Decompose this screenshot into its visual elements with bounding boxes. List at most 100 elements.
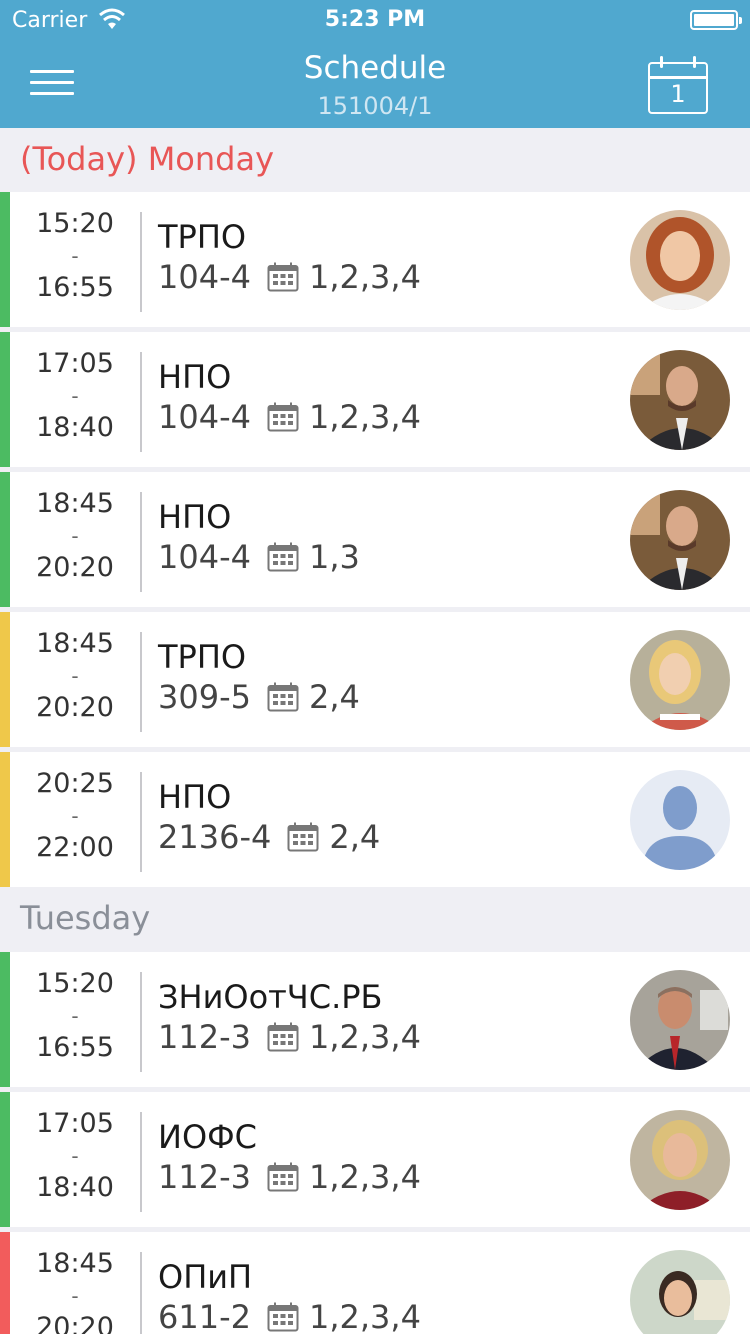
lesson-end-time: 20:20 <box>36 552 114 583</box>
section-header-tuesday: Tuesday <box>0 887 750 951</box>
lesson-end-time: 18:40 <box>36 412 114 443</box>
lesson-row[interactable]: 20:25-22:00 НПО 2136-4 2,4 <box>0 752 750 887</box>
lesson-row[interactable]: 18:45-20:20 НПО 104-4 1,3 <box>0 472 750 607</box>
lesson-end-time: 16:55 <box>36 272 114 303</box>
lesson-type-stripe <box>0 1232 10 1334</box>
lesson-details: 2136-4 2,4 <box>158 818 380 856</box>
time-divider <box>140 212 142 312</box>
calendar-small-icon <box>267 262 299 292</box>
lesson-weeks: 2,4 <box>308 678 360 716</box>
calendar-day-number: 1 <box>670 80 686 108</box>
lesson-time: 18:45-20:20 <box>10 488 140 584</box>
lesson-weeks: 1,2,3,4 <box>308 398 421 436</box>
time-divider <box>140 1252 142 1334</box>
teacher-avatar[interactable] <box>630 770 730 870</box>
lesson-time: 17:05-18:40 <box>10 1108 140 1204</box>
time-divider <box>140 352 142 452</box>
teacher-avatar[interactable] <box>630 210 730 310</box>
lesson-details: 112-3 1,2,3,4 <box>158 1158 421 1196</box>
lesson-end-time: 18:40 <box>36 1172 114 1203</box>
lesson-time: 15:20-16:55 <box>10 968 140 1064</box>
calendar-small-icon <box>287 822 319 852</box>
time-divider <box>140 1112 142 1212</box>
lesson-start-time: 15:20 <box>36 208 114 239</box>
lesson-type-stripe <box>0 752 10 887</box>
lesson-weeks: 1,2,3,4 <box>308 1018 421 1056</box>
lesson-weeks: 1,2,3,4 <box>308 258 421 296</box>
lesson-room: 104-4 <box>158 258 251 296</box>
page-title: Schedule <box>303 50 447 86</box>
lesson-room: 112-3 <box>158 1018 251 1056</box>
teacher-avatar[interactable] <box>630 1110 730 1210</box>
calendar-small-icon <box>267 402 299 432</box>
lesson-subject: ТРПО <box>158 638 247 676</box>
teacher-avatar[interactable] <box>630 970 730 1070</box>
teacher-avatar[interactable] <box>630 350 730 450</box>
lesson-details: 309-5 2,4 <box>158 678 360 716</box>
calendar-small-icon <box>267 1162 299 1192</box>
lesson-type-stripe <box>0 192 10 327</box>
lesson-weeks: 1,2,3,4 <box>308 1298 421 1334</box>
lesson-start-time: 20:25 <box>36 768 114 799</box>
lesson-start-time: 17:05 <box>36 348 114 379</box>
lesson-subject: ИОФС <box>158 1118 258 1156</box>
lesson-weeks: 2,4 <box>329 818 381 856</box>
lesson-end-time: 22:00 <box>36 832 114 863</box>
teacher-avatar[interactable] <box>630 630 730 730</box>
lesson-type-stripe <box>0 1092 10 1227</box>
lesson-row[interactable]: 17:05-18:40 НПО 104-4 1,2,3,4 <box>0 332 750 467</box>
lesson-subject: НПО <box>158 358 232 396</box>
calendar-button[interactable]: 1 <box>646 54 710 116</box>
lesson-weeks: 1,2,3,4 <box>308 1158 421 1196</box>
time-divider <box>140 492 142 592</box>
lesson-subject: НПО <box>158 498 232 536</box>
nav-bar: Schedule 151004/1 1 <box>0 40 750 128</box>
teacher-avatar[interactable] <box>630 1250 730 1334</box>
battery-icon <box>690 10 742 30</box>
lesson-start-time: 18:45 <box>36 1248 114 1279</box>
teacher-avatar[interactable] <box>630 490 730 590</box>
lesson-time: 17:05-18:40 <box>10 348 140 444</box>
lesson-end-time: 16:55 <box>36 1032 114 1063</box>
lesson-details: 104-4 1,3 <box>158 538 360 576</box>
lesson-row[interactable]: 17:05-18:40 ИОФС 112-3 1,2,3,4 <box>0 1092 750 1227</box>
calendar-small-icon <box>267 682 299 712</box>
calendar-small-icon <box>267 1022 299 1052</box>
lesson-row[interactable]: 15:20-16:55 ТРПО 104-4 1,2,3,4 <box>0 192 750 327</box>
lesson-room: 104-4 <box>158 398 251 436</box>
lesson-time: 18:45-20:20 <box>10 628 140 724</box>
lesson-row[interactable]: 18:45-20:20 ОПиП 611-2 1,2,3,4 <box>0 1232 750 1334</box>
section-header-monday: (Today) Monday <box>0 128 750 192</box>
status-time: 5:23 PM <box>324 7 426 32</box>
lesson-type-stripe <box>0 332 10 467</box>
time-divider <box>140 632 142 732</box>
lesson-row[interactable]: 18:45-20:20 ТРПО 309-5 2,4 <box>0 612 750 747</box>
lesson-subject: НПО <box>158 778 232 816</box>
lesson-details: 112-3 1,2,3,4 <box>158 1018 421 1056</box>
time-divider <box>140 772 142 872</box>
lesson-room: 309-5 <box>158 678 251 716</box>
lesson-subject: ТРПО <box>158 218 247 256</box>
lesson-row[interactable]: 15:20-16:55 ЗНиОотЧС.РБ 112-3 1,2,3,4 <box>0 952 750 1087</box>
lesson-time: 20:25-22:00 <box>10 768 140 864</box>
lesson-start-time: 15:20 <box>36 968 114 999</box>
lesson-details: 104-4 1,2,3,4 <box>158 398 421 436</box>
lesson-room: 104-4 <box>158 538 251 576</box>
lesson-type-stripe <box>0 612 10 747</box>
calendar-small-icon <box>267 1302 299 1332</box>
calendar-small-icon <box>267 542 299 572</box>
lesson-type-stripe <box>0 952 10 1087</box>
lesson-details: 611-2 1,2,3,4 <box>158 1298 421 1334</box>
lesson-subject: ОПиП <box>158 1258 253 1296</box>
lesson-room: 611-2 <box>158 1298 251 1334</box>
lesson-start-time: 17:05 <box>36 1108 114 1139</box>
time-divider <box>140 972 142 1072</box>
status-bar: Carrier 5:23 PM <box>0 0 750 40</box>
lesson-details: 104-4 1,2,3,4 <box>158 258 421 296</box>
lesson-weeks: 1,3 <box>308 538 360 576</box>
lesson-room: 112-3 <box>158 1158 251 1196</box>
lesson-end-time: 20:20 <box>36 692 114 723</box>
lesson-subject: ЗНиОотЧС.РБ <box>158 978 383 1016</box>
group-number: 151004/1 <box>317 92 433 120</box>
lesson-start-time: 18:45 <box>36 488 114 519</box>
